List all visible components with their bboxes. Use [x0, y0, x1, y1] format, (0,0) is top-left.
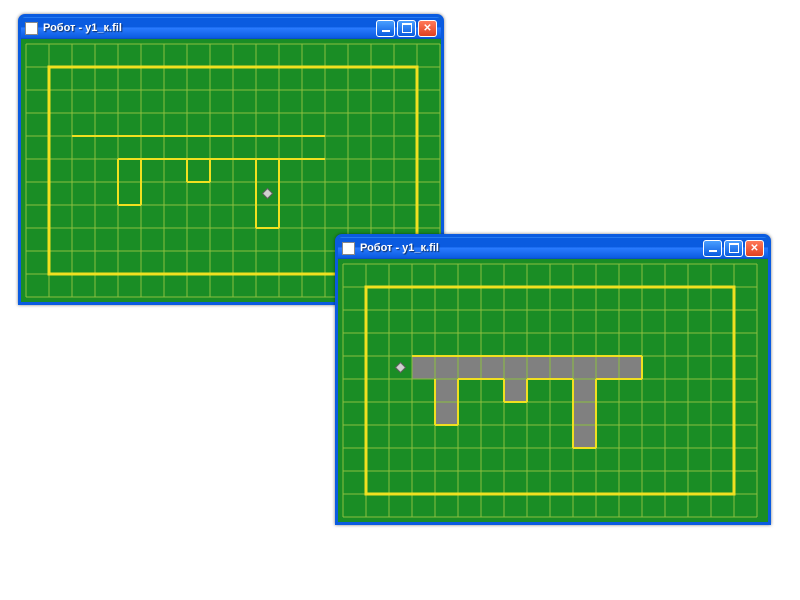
filled-cell: [481, 356, 504, 379]
window-controls: [703, 240, 764, 257]
filled-cell: [596, 356, 619, 379]
window-2: Робот - y1_к.fil: [335, 234, 771, 525]
window-title: Робот - y1_к.fil: [360, 242, 703, 254]
filled-cell: [550, 356, 573, 379]
maximize-button[interactable]: [397, 20, 416, 37]
filled-cell: [504, 379, 527, 402]
filled-cell: [573, 379, 596, 402]
filled-cell: [435, 379, 458, 402]
grid-svg-2: [338, 259, 762, 522]
filled-cell: [504, 356, 527, 379]
filled-cell: [435, 356, 458, 379]
filled-cell: [435, 402, 458, 425]
titlebar[interactable]: Робот - y1_к.fil: [21, 17, 441, 39]
filled-cell: [458, 356, 481, 379]
app-icon: [25, 22, 38, 35]
minimize-button[interactable]: [703, 240, 722, 257]
filled-cell: [527, 356, 550, 379]
window-controls: [376, 20, 437, 37]
titlebar[interactable]: Робот - y1_к.fil: [338, 237, 768, 259]
maximize-button[interactable]: [724, 240, 743, 257]
filled-cell: [573, 402, 596, 425]
close-button[interactable]: [745, 240, 764, 257]
filled-cell: [412, 356, 435, 379]
filled-cell: [573, 356, 596, 379]
close-button[interactable]: [418, 20, 437, 37]
minimize-button[interactable]: [376, 20, 395, 37]
grid-area-2[interactable]: [338, 259, 768, 522]
filled-cell: [619, 356, 642, 379]
window-title: Робот - y1_к.fil: [43, 22, 376, 34]
app-icon: [342, 242, 355, 255]
filled-cell: [573, 425, 596, 448]
